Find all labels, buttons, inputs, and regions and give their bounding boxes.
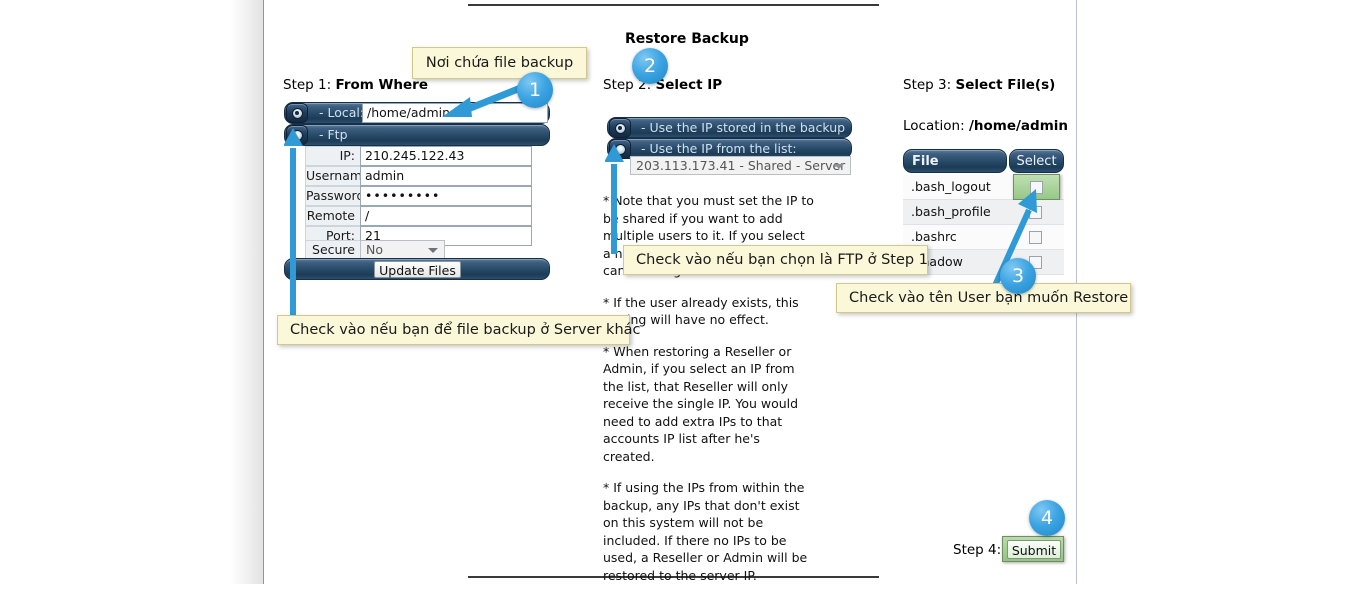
chevron-down-icon xyxy=(834,164,844,169)
annotation-arrow-3 xyxy=(605,144,624,254)
annotation-arrow-2 xyxy=(284,128,303,316)
submit-button-wrapper[interactable]: Submit xyxy=(1002,536,1064,562)
radio-local[interactable] xyxy=(286,103,308,123)
file-name: .bash_logout xyxy=(911,179,991,194)
ip-list-selected-value: 203.113.173.41 - Shared - Server xyxy=(636,158,846,173)
callout-2: Check vào nếu bạn để file backup ở Serve… xyxy=(277,315,641,345)
file-name: .bash_profile xyxy=(911,204,991,219)
step3-prefix: Step 3: xyxy=(903,77,952,93)
table-header-select: Select xyxy=(1009,149,1064,173)
update-files-button[interactable]: Update Files xyxy=(374,261,461,278)
location-value: /home/admin xyxy=(968,118,1069,134)
secure-ftp-select[interactable]: No xyxy=(360,240,445,260)
step4-prefix: Step 4: xyxy=(953,542,1002,558)
badge-1: 1 xyxy=(517,72,553,108)
step1-label: From Where xyxy=(335,77,428,93)
badge-3: 3 xyxy=(1000,258,1036,294)
callout-3: Check vào nếu bạn chọn là FTP ở Step 1 xyxy=(623,245,928,275)
callout-4: Check vào tên User bạn muốn Restore xyxy=(836,283,1131,313)
chevron-down-icon xyxy=(428,248,438,253)
ftp-username-input[interactable]: admin xyxy=(360,166,532,186)
table-header-file: File xyxy=(903,149,1007,173)
ftp-remote-path-label: Remote Path: xyxy=(305,206,360,241)
ftp-ip-label: IP: xyxy=(305,146,360,166)
step2-label: Select IP xyxy=(655,77,723,93)
submit-button[interactable]: Submit xyxy=(1007,540,1061,559)
step2-note-4: * If using the IPs from within the backu… xyxy=(603,480,808,583)
secure-ftp-label: Secure FTP: xyxy=(305,240,360,275)
ftp-username-label: Username: xyxy=(305,166,374,186)
radio-ip-from-backup[interactable] xyxy=(609,118,631,138)
step1-ftp-option-label: - Ftp xyxy=(319,127,348,142)
step4-heading: Step 4: xyxy=(953,542,1001,558)
location-label: Location: xyxy=(903,118,965,134)
secure-ftp-value: No xyxy=(366,242,383,257)
ftp-password-label: Password: xyxy=(305,186,369,206)
callout-1: Nơi chứa file backup xyxy=(412,47,587,79)
page-left-shadow xyxy=(230,0,263,584)
ftp-ip-input[interactable]: 210.245.122.43 xyxy=(360,146,532,166)
top-divider xyxy=(468,4,879,6)
step3-heading: Step 3: Select File(s) xyxy=(903,77,1055,93)
step1-heading: Step 1: From Where xyxy=(283,77,428,93)
step1-prefix: Step 1: xyxy=(283,77,332,93)
radio-local-dot xyxy=(291,107,303,119)
ftp-password-input[interactable]: ••••••••• xyxy=(360,186,532,206)
step2-note-3: * When restoring a Reseller or Admin, if… xyxy=(603,343,799,464)
step2-heading: Step 2: Select IP xyxy=(603,77,722,93)
ftp-remote-path-input[interactable]: / xyxy=(360,206,532,226)
step2-backup-ip-label: - Use the IP stored in the backup xyxy=(641,120,846,135)
location-row: Location: /home/admin xyxy=(903,118,1068,134)
ip-list-select[interactable]: 203.113.173.41 - Shared - Server xyxy=(630,156,851,175)
page-title: Restore Backup xyxy=(625,31,749,47)
file-name: .bashrc xyxy=(911,229,957,244)
badge-2: 2 xyxy=(632,48,668,84)
badge-4: 4 xyxy=(1029,500,1065,536)
radio-ip-from-backup-dot xyxy=(614,122,626,134)
step3-label: Select File(s) xyxy=(955,77,1056,93)
